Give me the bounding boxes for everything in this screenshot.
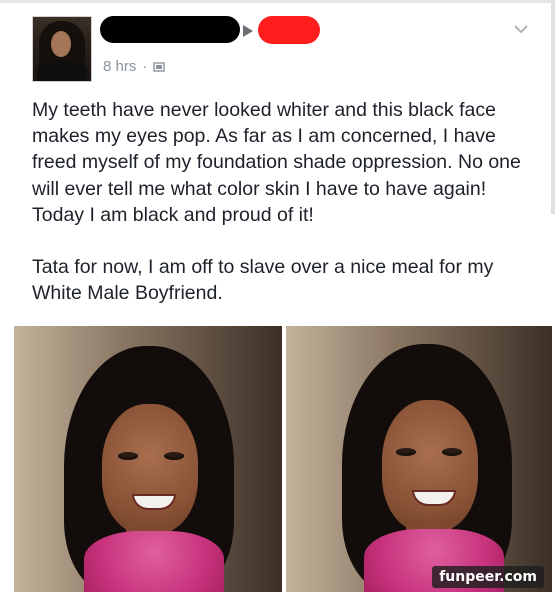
timestamp[interactable]: 8 hrs bbox=[103, 58, 136, 75]
redacted-target-name[interactable] bbox=[258, 16, 320, 44]
post-paragraph-2: Tata for now, I am off to slave over a n… bbox=[32, 256, 494, 305]
scroll-edge bbox=[551, 0, 555, 214]
avatar[interactable] bbox=[32, 16, 92, 82]
public-icon[interactable] bbox=[153, 61, 166, 73]
chevron-down-icon[interactable] bbox=[513, 24, 529, 34]
photo-left[interactable] bbox=[14, 326, 282, 592]
post-paragraph-1: My teeth have never looked whiter and th… bbox=[32, 99, 521, 226]
watermark: funpeer.com bbox=[432, 566, 544, 588]
post-text: My teeth have never looked whiter and th… bbox=[32, 97, 542, 306]
photo-right[interactable]: funpeer.com bbox=[286, 326, 552, 592]
dot-separator: · bbox=[142, 58, 148, 75]
redacted-author-name[interactable] bbox=[100, 16, 240, 43]
arrow-right-icon bbox=[243, 25, 253, 37]
top-border bbox=[0, 0, 555, 3]
post-meta: 8 hrs · bbox=[103, 58, 166, 75]
